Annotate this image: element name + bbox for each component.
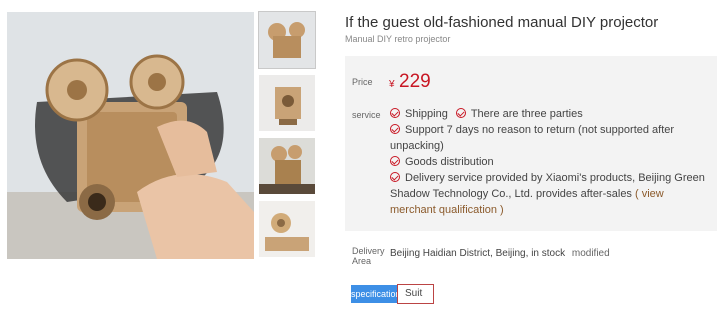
- service-shipping: Shipping: [405, 108, 448, 120]
- currency-symbol: ¥: [389, 79, 395, 90]
- price-panel: Price ¥ 229 service Shipping There are th…: [345, 56, 717, 231]
- delivery-area-label: Delivery Area: [352, 246, 385, 266]
- check-circle-icon: [455, 108, 466, 118]
- delivery-location[interactable]: Beijing Haidian District, Beijing,: [390, 248, 528, 259]
- spec-option-suit[interactable]: Suit: [397, 284, 434, 304]
- thumbnail-image: [259, 75, 315, 131]
- thumbnail-image: [259, 138, 315, 194]
- service-goods-distribution: Goods distribution: [405, 156, 494, 168]
- delivery-info: Beijing Haidian District, Beijing, in st…: [390, 248, 610, 259]
- service-label: service: [352, 110, 381, 120]
- thumbnail-4[interactable]: [259, 201, 315, 257]
- check-circle-icon: [390, 108, 400, 118]
- check-circle-icon: [390, 156, 400, 166]
- projector-photo: [7, 12, 254, 259]
- service-row-1: Shipping There are three parties: [390, 106, 708, 122]
- service-return-policy: Support 7 days no reason to return (not …: [390, 124, 675, 152]
- thumbnail-list: [258, 11, 316, 264]
- thumbnail-image: [259, 12, 315, 68]
- thumbnail-1[interactable]: [258, 11, 316, 69]
- service-row-4: Delivery service provided by Xiaomi's pr…: [390, 170, 708, 218]
- product-subtitle: Manual DIY retro projector: [345, 34, 451, 44]
- thumbnail-3[interactable]: [259, 138, 315, 194]
- product-title: If the guest old-fashioned manual DIY pr…: [345, 14, 659, 31]
- modify-location-link[interactable]: modified: [572, 248, 610, 259]
- specification-label: specification: [351, 285, 401, 303]
- service-row-2: Support 7 days no reason to return (not …: [390, 122, 708, 154]
- service-list: Shipping There are three parties Support …: [390, 106, 708, 218]
- thumbnail-image: [259, 201, 315, 257]
- stock-status: in stock: [531, 248, 566, 259]
- service-third-parties: There are three parties: [470, 108, 583, 120]
- service-row-3: Goods distribution: [390, 154, 708, 170]
- check-circle-icon: [390, 124, 400, 134]
- price-value: 229: [399, 71, 431, 92]
- thumbnail-2[interactable]: [259, 75, 315, 131]
- check-circle-icon: [390, 172, 400, 182]
- main-product-image: [7, 12, 254, 259]
- price-label: Price: [352, 77, 373, 87]
